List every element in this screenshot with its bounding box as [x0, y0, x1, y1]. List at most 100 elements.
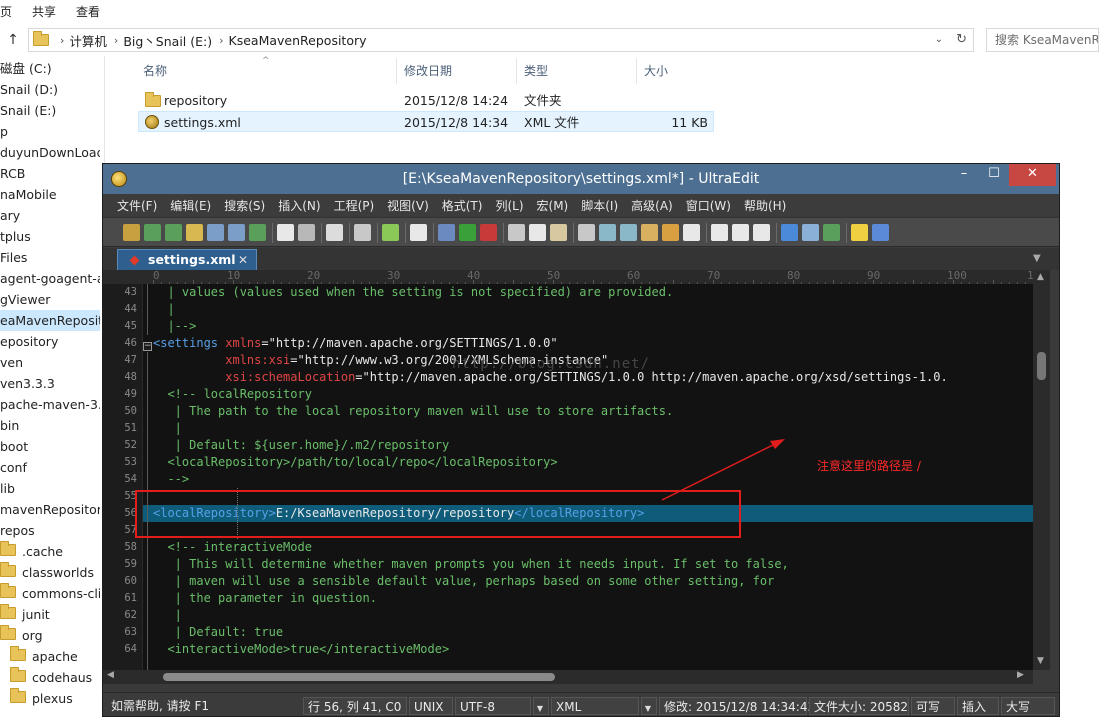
toolbar-button-icon[interactable]	[550, 224, 567, 241]
menu-item[interactable]: 脚本(I)	[581, 197, 618, 214]
menu-item[interactable]: 文件(F)	[117, 197, 157, 214]
code-line[interactable]: |	[153, 301, 174, 318]
code-editor[interactable]: 43 44 45 46 47 48 49 50 51 52 53 54 55 56 57 58 59 60 61 62…	[103, 284, 1033, 670]
ribbon-tab-share[interactable]: 共享	[22, 3, 66, 20]
nav-item[interactable]: plexus	[0, 688, 73, 709]
menu-item[interactable]: 插入(N)	[278, 197, 320, 214]
nav-item[interactable]: repos	[0, 520, 35, 541]
toolbar-button-icon[interactable]	[802, 224, 819, 241]
menu-item[interactable]: 高级(A)	[631, 197, 673, 214]
toolbar-button-icon[interactable]	[354, 224, 371, 241]
toolbar-button-icon[interactable]	[165, 224, 182, 241]
scroll-thumb[interactable]	[163, 673, 555, 681]
chevron-down-icon[interactable]: ▼	[1033, 253, 1041, 264]
chevron-right-icon[interactable]: ›	[114, 34, 118, 47]
code-line[interactable]: <!-- interactiveMode	[153, 539, 312, 556]
nav-item[interactable]: Snail (E:)	[0, 100, 56, 121]
menu-item[interactable]: 工程(P)	[334, 197, 375, 214]
minimize-button[interactable]: –	[949, 164, 979, 186]
breadcrumb-drive[interactable]: Big丶Snail (E:)	[123, 31, 212, 50]
search-input[interactable]: 搜索 KseaMavenR	[986, 28, 1099, 52]
title-bar[interactable]: [E:\KseaMavenRepository\settings.xml*] -…	[103, 164, 1059, 194]
toolbar-button-icon[interactable]	[382, 224, 399, 241]
toolbar-button-icon[interactable]	[508, 224, 525, 241]
scroll-right-icon[interactable]: ▶	[1017, 670, 1024, 680]
nav-item[interactable]: RCB	[0, 163, 25, 184]
toolbar-button-icon[interactable]	[872, 224, 889, 241]
status-writable[interactable]: 可写	[911, 697, 955, 715]
toolbar-button-icon[interactable]	[578, 224, 595, 241]
toolbar-button-icon[interactable]	[662, 224, 679, 241]
scroll-up-icon[interactable]: ▲	[1037, 272, 1044, 282]
nav-item[interactable]: gViewer	[0, 289, 50, 310]
maximize-button[interactable]: ☐	[979, 164, 1009, 186]
nav-item[interactable]: conf	[0, 457, 27, 478]
toolbar-button-icon[interactable]	[683, 224, 700, 241]
breadcrumb-computer[interactable]: 计算机	[69, 31, 107, 50]
nav-item[interactable]: .cache	[0, 541, 63, 562]
refresh-icon[interactable]: ↻	[956, 32, 967, 47]
nav-item[interactable]: boot	[0, 436, 28, 457]
code-line[interactable]: | values (values used when the setting i…	[153, 284, 673, 301]
nav-item[interactable]: duyunDownLoad	[0, 142, 100, 163]
code-line[interactable]: | the parameter in question.	[153, 590, 377, 607]
nav-item[interactable]: apache	[0, 646, 78, 667]
nav-item[interactable]: codehaus	[0, 667, 92, 688]
encoding-dropdown[interactable]: ▼	[533, 697, 549, 715]
toolbar-button-icon[interactable]	[326, 224, 343, 241]
nav-item[interactable]: junit	[0, 604, 50, 625]
address-bar[interactable]: › 计算机 › Big丶Snail (E:) › KseaMavenReposi…	[28, 28, 974, 52]
vertical-scrollbar[interactable]: ▲ ▼	[1033, 270, 1050, 670]
code-line[interactable]: <interactiveMode>true</interactiveMode>	[153, 641, 449, 658]
code-line[interactable]: -->	[153, 471, 189, 488]
code-line[interactable]: | Default: true	[153, 624, 283, 641]
fold-toggle-icon[interactable]: −	[143, 342, 152, 351]
toolbar-button-icon[interactable]	[207, 224, 224, 241]
menu-item[interactable]: 帮助(H)	[744, 197, 786, 214]
toolbar-button-icon[interactable]	[277, 224, 294, 241]
chevron-right-icon[interactable]: ›	[219, 34, 223, 47]
toolbar-button-icon[interactable]	[186, 224, 203, 241]
column-header-name[interactable]: 名称	[143, 58, 167, 84]
nav-item[interactable]: 磁盘 (C:)	[0, 58, 52, 79]
nav-item[interactable]: eaMavenReposito	[0, 310, 100, 331]
nav-item[interactable]: ven3.3.3	[0, 373, 55, 394]
toolbar-button-icon[interactable]	[438, 224, 455, 241]
menu-item[interactable]: 格式(T)	[442, 197, 483, 214]
chevron-right-icon[interactable]: ›	[60, 34, 64, 47]
menu-item[interactable]: 列(L)	[495, 197, 523, 214]
toolbar-button-icon[interactable]	[459, 224, 476, 241]
code-line[interactable]: <localRepository>/path/to/local/repo</lo…	[153, 454, 557, 471]
close-tab-icon[interactable]: ✕	[238, 250, 248, 270]
toolbar-button-icon[interactable]	[641, 224, 658, 241]
nav-item[interactable]: naMobile	[0, 184, 57, 205]
chevron-down-icon[interactable]: ⌄	[935, 34, 943, 45]
status-line-ending[interactable]: UNIX	[409, 697, 453, 715]
toolbar-button-icon[interactable]	[732, 224, 749, 241]
toolbar-button-icon[interactable]	[753, 224, 770, 241]
column-header-type[interactable]: 类型	[524, 58, 548, 84]
scroll-down-icon[interactable]: ▼	[1037, 656, 1044, 666]
column-divider[interactable]	[636, 58, 637, 84]
ribbon-tab-view[interactable]: 查看	[66, 3, 110, 20]
toolbar-button-icon[interactable]	[823, 224, 840, 241]
toolbar-button-icon[interactable]	[781, 224, 798, 241]
up-arrow-icon[interactable]: ↑	[0, 28, 26, 52]
toolbar-button-icon[interactable]	[599, 224, 616, 241]
nav-item[interactable]: Snail (D:)	[0, 79, 58, 100]
status-syntax[interactable]: XML	[551, 697, 639, 715]
nav-item[interactable]: Files	[0, 247, 27, 268]
column-divider[interactable]	[516, 58, 517, 84]
toolbar-button-icon[interactable]	[620, 224, 637, 241]
nav-item[interactable]: ven	[0, 352, 23, 373]
column-header-date[interactable]: 修改日期	[404, 58, 452, 84]
code-line[interactable]: <!-- localRepository	[153, 386, 312, 403]
column-header-size[interactable]: 大小	[644, 58, 668, 84]
nav-item[interactable]: classworlds	[0, 562, 94, 583]
toolbar-button-icon[interactable]	[480, 224, 497, 241]
toolbar-button-icon[interactable]	[410, 224, 427, 241]
code-line[interactable]: |	[153, 607, 182, 624]
scroll-thumb[interactable]	[1037, 352, 1046, 380]
menu-item[interactable]: 窗口(W)	[686, 197, 731, 214]
toolbar-button-icon[interactable]	[144, 224, 161, 241]
